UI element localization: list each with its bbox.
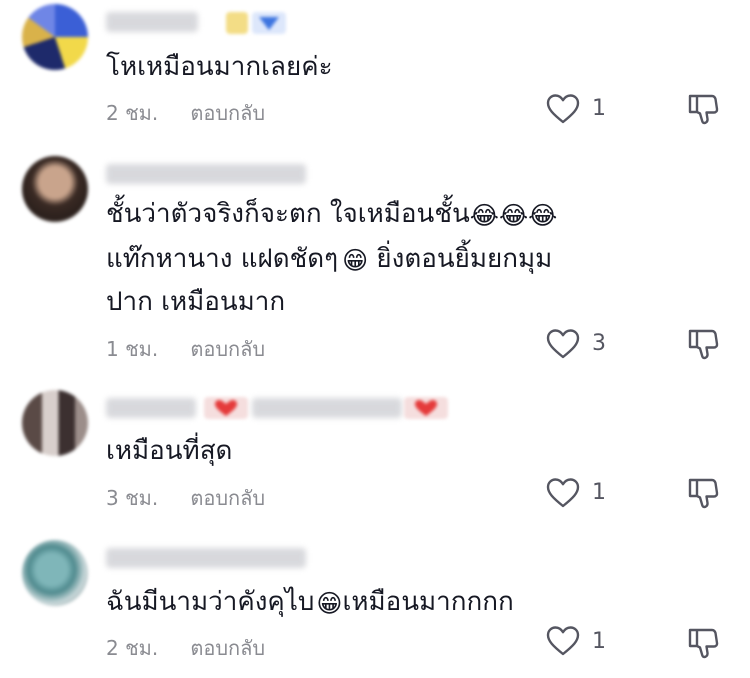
heart-badge-icon — [204, 397, 248, 419]
username-blurred[interactable] — [106, 12, 198, 32]
comment-text: โหเหมือนมากเลยค่ะ — [106, 52, 333, 82]
comment-text: ฉันมีนามว่าคังคุไบ😁เหมือนมากกกก — [106, 580, 626, 624]
avatar[interactable] — [22, 4, 88, 70]
thumbs-down-outline-icon[interactable] — [686, 92, 720, 126]
avatar[interactable] — [22, 540, 88, 606]
heart-outline-icon[interactable] — [546, 625, 580, 657]
like-count: 1 — [592, 96, 606, 121]
comment-meta: 1 ชม. ตอบกลับ — [106, 333, 265, 365]
heart-badge-icon — [404, 397, 448, 419]
comment-meta: 2 ชม. ตอบกลับ — [106, 97, 265, 129]
comment-meta: 3 ชม. ตอบกลับ — [106, 482, 265, 514]
moon-badge-icon — [226, 12, 248, 34]
username-blurred[interactable] — [106, 164, 306, 184]
reply-button[interactable]: ตอบกลับ — [190, 101, 265, 125]
comment-text-part: เหมือนมากกกก — [342, 587, 514, 617]
grinning-emoji-icon: 😁 — [316, 589, 343, 618]
heart-outline-icon[interactable] — [546, 477, 580, 509]
comment-meta: 2 ชม. ตอบกลับ — [106, 632, 265, 664]
reply-button[interactable]: ตอบกลับ — [190, 636, 265, 660]
laughing-tears-emoji-icon: 😂😂😂 — [469, 201, 558, 230]
username-blurred[interactable] — [106, 398, 196, 418]
comment-text-part: ยิ่งตอนยิ้มยกมุม — [368, 244, 553, 274]
thumbs-down-outline-icon[interactable] — [686, 476, 720, 510]
comment-text: เหมือนที่สุด — [106, 436, 233, 466]
comment-text-part: ชั้นว่าตัวจริงก็จะตก ใจเหมือนชั้น — [106, 199, 470, 229]
avatar[interactable] — [22, 390, 88, 456]
like-count: 1 — [592, 480, 606, 505]
comment-text-part: ฉันมีนามว่าคังคุไบ — [106, 587, 315, 617]
heart-outline-icon[interactable] — [546, 93, 580, 125]
avatar[interactable] — [22, 156, 88, 222]
comment-text-line-1: ชั้นว่าตัวจริงก็จะตก ใจเหมือนชั้น😂😂😂 — [106, 192, 626, 236]
diamond-badge-icon — [252, 12, 286, 34]
reply-button[interactable]: ตอบกลับ — [190, 486, 265, 510]
heart-outline-icon[interactable] — [546, 328, 580, 360]
reply-button[interactable]: ตอบกลับ — [190, 337, 265, 361]
like-count: 3 — [592, 331, 606, 356]
comment-timestamp: 1 ชม. — [106, 337, 159, 361]
thumbs-down-outline-icon[interactable] — [686, 327, 720, 361]
username-blurred-suffix — [252, 398, 402, 418]
username-blurred[interactable] — [106, 548, 306, 568]
like-count: 1 — [592, 629, 606, 654]
comment-timestamp: 3 ชม. — [106, 486, 159, 510]
comment-text-line-2: แท๊กหานาง แฝดชัดๆ 😁 ยิ่งตอนยิ้มยกมุม — [106, 237, 626, 281]
thumbs-down-outline-icon[interactable] — [686, 626, 720, 660]
comment-timestamp: 2 ชม. — [106, 636, 159, 660]
comment-timestamp: 2 ชม. — [106, 101, 159, 125]
grinning-emoji-icon: 😁 — [342, 246, 369, 275]
comment-text-part: แท๊กหานาง แฝดชัดๆ — [106, 244, 339, 274]
comment-text-line-3: ปาก เหมือนมาก — [106, 287, 286, 317]
